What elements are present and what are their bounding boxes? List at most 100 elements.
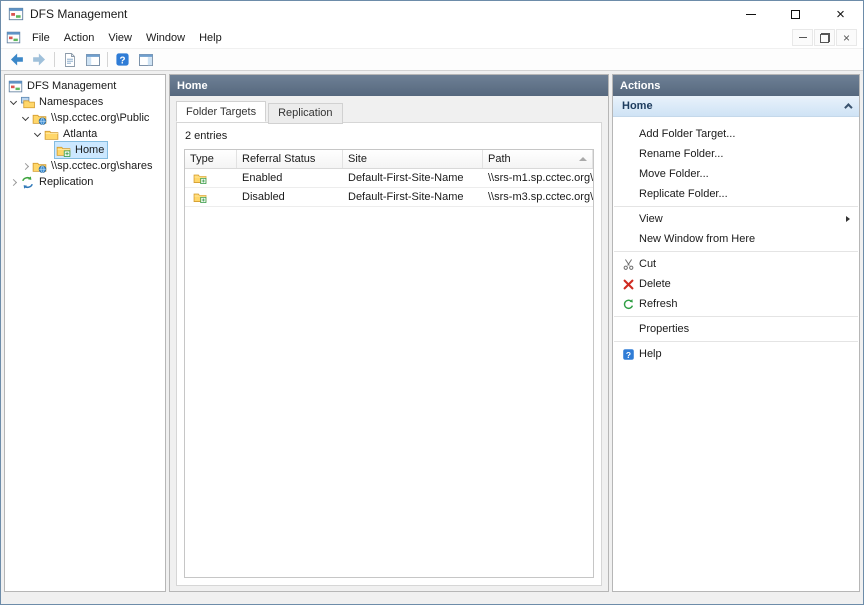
column-header-path[interactable]: Path <box>483 150 593 168</box>
back-button[interactable] <box>5 49 28 70</box>
help-toolbar-button[interactable] <box>111 49 134 70</box>
mdi-restore-button[interactable] <box>814 29 835 46</box>
action-add-folder-target[interactable]: Add Folder Target... <box>613 124 859 144</box>
tree-item-label: Home <box>75 144 105 156</box>
action-move-folder[interactable]: Move Folder... <box>613 164 859 184</box>
action-rename-folder[interactable]: Rename Folder... <box>613 144 859 164</box>
show-action-pane-button[interactable] <box>134 49 157 70</box>
close-icon: × <box>836 5 845 23</box>
console-tree-toggle-icon <box>85 52 101 68</box>
scissors-icon <box>622 258 635 271</box>
maximize-button[interactable] <box>773 1 818 27</box>
results-pane-header: Home <box>170 75 608 96</box>
mdi-close-icon: × <box>842 30 850 45</box>
submenu-arrow-icon <box>846 216 850 222</box>
delete-icon <box>622 278 635 291</box>
cell-type <box>185 171 237 185</box>
action-cut[interactable]: Cut <box>613 254 859 274</box>
icon-spacer <box>618 321 639 337</box>
console-window-icon <box>6 30 21 45</box>
cell-site: Default-First-Site-Name <box>348 172 464 184</box>
action-properties[interactable]: Properties <box>613 319 859 339</box>
expander-icon[interactable] <box>31 126 43 142</box>
menu-action[interactable]: Action <box>57 29 102 47</box>
cell-path: \\srs-m3.sp.cctec.org\sha... <box>488 191 593 203</box>
console-content: DFS Management Namespaces \\sp.cctec.org… <box>1 71 863 604</box>
folder-target-icon <box>56 143 71 158</box>
back-arrow-icon <box>8 51 25 68</box>
toolbar-separator <box>54 52 55 67</box>
collapse-group-icon[interactable] <box>844 103 853 112</box>
results-pane: Home Folder Targets Replication 2 entrie… <box>169 74 609 592</box>
icon-spacer <box>618 166 639 182</box>
expander-icon[interactable] <box>19 110 31 126</box>
column-header-referral-status[interactable]: Referral Status <box>237 150 343 168</box>
help-icon <box>622 348 635 361</box>
column-header-site[interactable]: Site <box>343 150 483 168</box>
menu-view[interactable]: View <box>101 29 139 47</box>
folder-targets-list[interactable]: Type Referral Status Site Path Enabled D… <box>184 149 594 578</box>
separator <box>614 251 858 252</box>
tree-item-label: Atlanta <box>63 128 98 140</box>
mdi-window-controls: × <box>791 29 863 46</box>
tab-replication[interactable]: Replication <box>268 103 343 124</box>
export-list-icon <box>62 52 78 68</box>
forward-arrow-icon <box>31 51 48 68</box>
action-delete[interactable]: Delete <box>613 274 859 294</box>
tab-folder-targets[interactable]: Folder Targets <box>176 101 267 122</box>
expander-icon[interactable] <box>7 174 19 190</box>
folder-targets-tab-page: 2 entries Type Referral Status Site Path… <box>176 122 602 586</box>
close-button[interactable]: × <box>818 1 863 27</box>
action-new-window-from-here[interactable]: New Window from Here <box>613 229 859 249</box>
icon-spacer <box>618 231 639 247</box>
mdi-minimize-icon <box>798 37 807 38</box>
actions-group-home[interactable]: Home <box>613 96 859 117</box>
separator <box>614 206 858 207</box>
mdi-close-button[interactable]: × <box>836 29 857 46</box>
toolbar <box>1 48 863 71</box>
actions-group-title: Home <box>622 100 653 112</box>
expander-icon[interactable] <box>7 94 19 110</box>
namespaces-icon <box>20 95 35 110</box>
menu-help[interactable]: Help <box>192 29 229 47</box>
toolbar-separator <box>107 52 108 67</box>
tree-item-atlanta[interactable]: Atlanta <box>5 126 165 142</box>
export-list-button[interactable] <box>58 49 81 70</box>
minimize-button[interactable] <box>728 1 773 27</box>
menu-file[interactable]: File <box>25 29 57 47</box>
replication-icon <box>20 175 35 190</box>
show-console-tree-button[interactable] <box>81 49 104 70</box>
separator <box>614 316 858 317</box>
actions-pane-header: Actions <box>613 75 859 96</box>
expander-icon[interactable] <box>19 158 31 174</box>
entries-count: 2 entries <box>185 130 228 142</box>
sort-ascending-icon <box>579 157 587 161</box>
app-icon <box>8 6 24 22</box>
menu-window[interactable]: Window <box>139 29 192 47</box>
tree-item-label: Replication <box>39 176 94 188</box>
action-items: Add Folder Target... Rename Folder... Mo… <box>613 117 859 364</box>
action-replicate-folder[interactable]: Replicate Folder... <box>613 184 859 204</box>
namespace-icon <box>32 159 47 174</box>
forward-button[interactable] <box>28 49 51 70</box>
console-root-icon <box>8 79 23 94</box>
title-bar: DFS Management × <box>1 1 863 27</box>
tree-item-replication[interactable]: Replication <box>5 174 165 190</box>
column-header-type[interactable]: Type <box>185 150 237 168</box>
table-row[interactable]: Disabled Default-First-Site-Name \\srs-m… <box>185 188 593 207</box>
action-view[interactable]: View <box>613 209 859 229</box>
action-help[interactable]: Help <box>613 344 859 364</box>
action-refresh[interactable]: Refresh <box>613 294 859 314</box>
tree-item-home[interactable]: Home <box>5 141 165 159</box>
tree-item-namespace-public[interactable]: \\sp.cctec.org\Public <box>5 110 165 126</box>
table-row[interactable]: Enabled Default-First-Site-Name \\srs-m1… <box>185 169 593 188</box>
tree-item-dfs-management[interactable]: DFS Management <box>5 78 165 94</box>
cell-path: \\srs-m1.sp.cctec.org\Sh... <box>488 172 593 184</box>
tree-item-namespaces[interactable]: Namespaces <box>5 94 165 110</box>
icon-spacer <box>618 211 639 227</box>
tab-strip: Folder Targets Replication <box>170 96 608 124</box>
cell-referral-status: Enabled <box>242 172 283 184</box>
list-header: Type Referral Status Site Path <box>185 150 593 169</box>
mdi-minimize-button[interactable] <box>792 29 813 46</box>
tree-item-namespace-shares[interactable]: \\sp.cctec.org\shares <box>5 158 165 174</box>
